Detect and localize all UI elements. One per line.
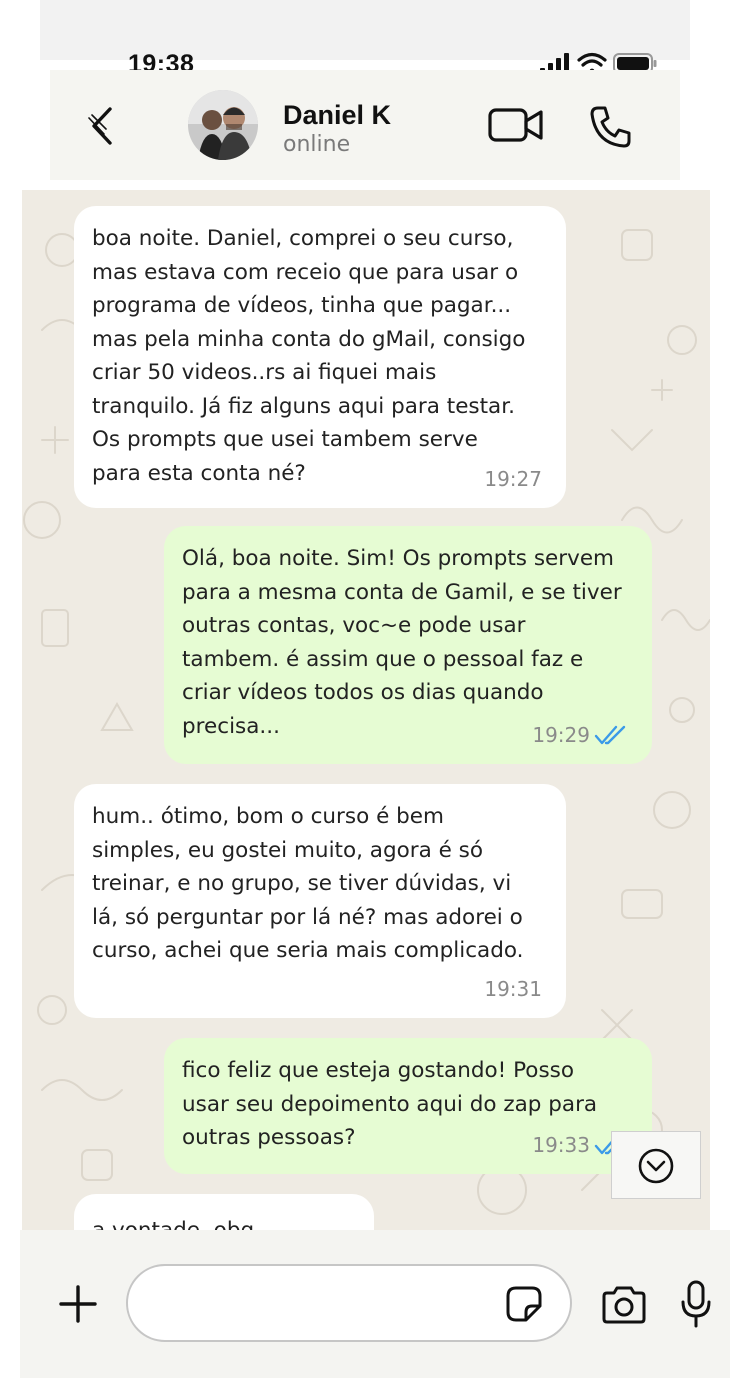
contact-avatar[interactable] (188, 90, 258, 160)
chat-area[interactable]: boa noite. Daniel, comprei o seu curso, … (22, 190, 710, 1230)
chevron-down-icon (638, 1148, 674, 1184)
message-text: a vontade, obg (92, 1214, 360, 1230)
message-time: 19:33 (532, 1132, 590, 1157)
video-call-icon[interactable] (488, 106, 544, 146)
message-outgoing[interactable]: Olá, boa noite. Sim! Os prompts servem p… (164, 526, 652, 764)
message-text: boa noite. Daniel, comprei o seu curso, … (92, 226, 526, 486)
microphone-icon[interactable] (680, 1280, 712, 1328)
contact-name[interactable]: Daniel K (283, 100, 391, 131)
message-time: 19:31 (484, 976, 542, 1001)
contact-status: online (283, 132, 351, 157)
message-composer (20, 1230, 730, 1378)
back-arrow-icon[interactable] (86, 104, 122, 148)
plus-icon[interactable] (58, 1284, 98, 1324)
camera-icon[interactable] (600, 1286, 648, 1324)
phone-call-icon[interactable] (588, 104, 632, 150)
message-meta: 19:27 (484, 463, 542, 497)
message-incoming[interactable]: a vontade, obg (74, 1194, 374, 1230)
message-incoming[interactable]: hum.. ótimo, bom o curso é bem simples, … (74, 784, 566, 1018)
message-text: hum.. ótimo, bom o curso é bem simples, … (92, 804, 524, 963)
message-time: 19:29 (532, 722, 590, 747)
message-meta: 19:31 (484, 973, 542, 1007)
scroll-to-bottom-button[interactable] (611, 1131, 701, 1199)
message-incoming[interactable]: boa noite. Daniel, comprei o seu curso, … (74, 206, 566, 508)
message-text: Olá, boa noite. Sim! Os prompts servem p… (182, 546, 622, 739)
message-meta: 19:29 (532, 719, 628, 753)
chat-header: Daniel K online (50, 70, 680, 180)
message-time: 19:27 (484, 466, 542, 491)
read-ticks-icon (594, 726, 626, 745)
sticker-icon[interactable] (504, 1284, 544, 1324)
message-outgoing[interactable]: fico feliz que esteja gostando! Posso us… (164, 1038, 652, 1174)
